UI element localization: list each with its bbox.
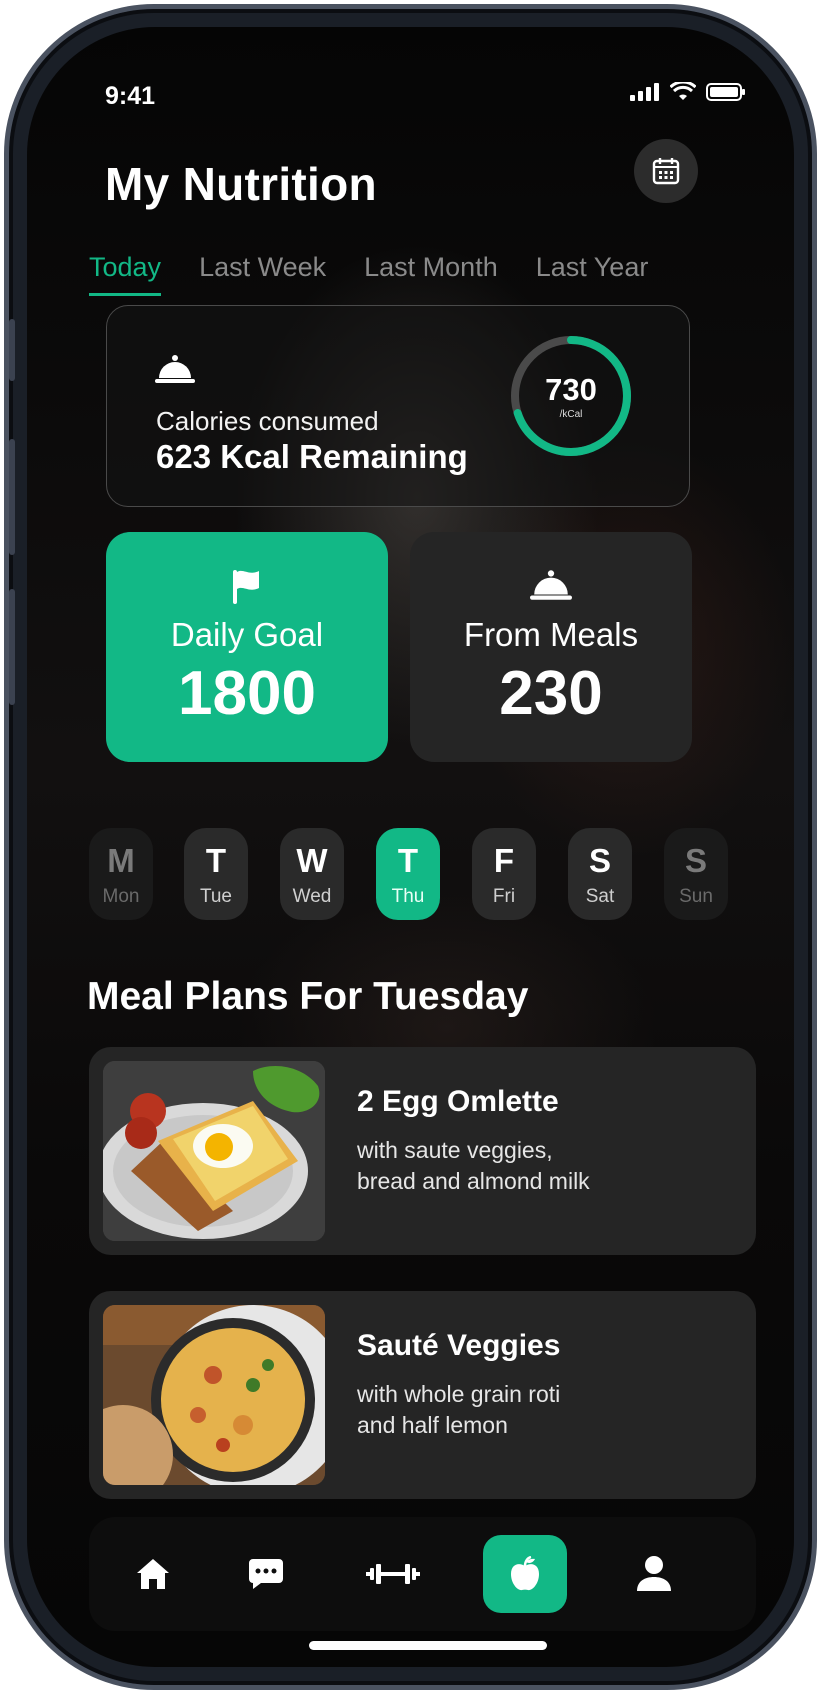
phone-frame: 9:41 My Nutrition Today Last Week Last M… xyxy=(4,4,817,1690)
calories-label: Calories consumed xyxy=(156,406,379,436)
day-name: Fri xyxy=(492,886,516,907)
omlette-image xyxy=(103,1061,325,1241)
tab-last-week[interactable]: Last Week xyxy=(199,252,326,296)
day-letter: T xyxy=(205,842,227,879)
nav-chat[interactable] xyxy=(224,1535,308,1613)
meal-description-line: with saute veggies, xyxy=(357,1137,553,1163)
day-wed[interactable]: W Wed xyxy=(280,828,344,920)
apple-icon xyxy=(511,1556,539,1591)
calories-value: 730 xyxy=(545,372,597,407)
meal-card-omlette[interactable]: 2 Egg Omlette with saute veggies, bread … xyxy=(89,1047,756,1255)
nav-workout[interactable] xyxy=(351,1535,435,1613)
saute-veggies-image xyxy=(103,1305,325,1485)
chat-icon xyxy=(249,1559,283,1589)
day-selector: M Mon T Tue W Wed T Thu F Fri S Sat S Sun xyxy=(89,828,739,920)
day-letter: W xyxy=(296,842,328,879)
day-name: Tue xyxy=(199,886,233,907)
day-letter: F xyxy=(493,842,515,879)
day-name: Sun xyxy=(679,886,713,907)
meal-card-saute-veggies[interactable]: Sauté Veggies with whole grain roti and … xyxy=(89,1291,756,1499)
period-tabs: Today Last Week Last Month Last Year xyxy=(89,252,648,296)
daily-goal-card[interactable]: Daily Goal 1800 xyxy=(106,532,388,762)
meal-name: Sauté Veggies xyxy=(357,1329,561,1362)
day-sat[interactable]: S Sat xyxy=(568,828,632,920)
volume-up-button xyxy=(9,439,15,555)
day-sun[interactable]: S Sun xyxy=(664,828,728,920)
nav-profile[interactable] xyxy=(612,1535,696,1613)
nav-nutrition[interactable] xyxy=(483,1535,567,1613)
nav-home[interactable] xyxy=(111,1535,195,1613)
calendar-icon xyxy=(652,158,680,185)
meal-description: with saute veggies, bread and almond mil… xyxy=(357,1135,717,1197)
day-mon[interactable]: M Mon xyxy=(89,828,153,920)
day-name: Wed xyxy=(292,886,332,907)
from-meals-value: 230 xyxy=(499,659,603,728)
bottom-nav xyxy=(89,1517,756,1631)
status-time: 9:41 xyxy=(105,82,156,110)
wifi-icon xyxy=(670,82,696,100)
meal-description-line: and half lemon xyxy=(357,1412,508,1438)
mute-switch xyxy=(9,319,15,381)
meal-name: 2 Egg Omlette xyxy=(357,1085,559,1118)
meal-description-line: with whole grain roti xyxy=(357,1381,561,1407)
calories-unit: /kCal xyxy=(559,409,583,420)
home-icon xyxy=(137,1559,169,1589)
day-name: Thu xyxy=(391,886,425,907)
cellular-signal-icon xyxy=(630,83,659,101)
app-screen: 9:41 My Nutrition Today Last Week Last M… xyxy=(27,27,794,1667)
food-cloche-icon xyxy=(155,355,195,383)
food-cloche-icon xyxy=(530,570,572,600)
home-indicator[interactable] xyxy=(309,1641,547,1650)
from-meals-label: From Meals xyxy=(463,616,639,653)
meal-description-line: bread and almond milk xyxy=(357,1168,590,1194)
section-title: Meal Plans For Tuesday xyxy=(87,975,529,1018)
status-icons xyxy=(630,82,746,102)
tab-last-month[interactable]: Last Month xyxy=(364,252,498,296)
calories-card[interactable]: Calories consumed 623 Kcal Remaining 730… xyxy=(106,305,690,507)
battery-icon xyxy=(706,83,745,101)
flag-icon xyxy=(233,570,259,604)
calendar-button[interactable] xyxy=(634,139,698,203)
day-letter: T xyxy=(397,842,419,879)
tab-today[interactable]: Today xyxy=(89,252,162,296)
day-letter: S xyxy=(588,842,611,879)
tab-last-year[interactable]: Last Year xyxy=(536,252,649,296)
day-name: Sat xyxy=(585,886,615,907)
day-fri[interactable]: F Fri xyxy=(472,828,536,920)
day-tue[interactable]: T Tue xyxy=(184,828,248,920)
day-letter: S xyxy=(684,842,707,879)
day-letter: M xyxy=(107,842,135,879)
from-meals-card[interactable]: From Meals 230 xyxy=(410,532,692,762)
daily-goal-label: Daily Goal xyxy=(170,616,324,653)
calories-remaining: 623 Kcal Remaining xyxy=(156,438,468,475)
day-thu[interactable]: T Thu xyxy=(376,828,440,920)
day-name: Mon xyxy=(102,886,140,907)
meal-description: with whole grain roti and half lemon xyxy=(357,1379,717,1441)
profile-icon xyxy=(637,1556,671,1591)
daily-goal-value: 1800 xyxy=(178,659,316,728)
page-title: My Nutrition xyxy=(105,158,377,210)
dumbbell-icon xyxy=(366,1564,420,1584)
volume-down-button xyxy=(9,589,15,705)
